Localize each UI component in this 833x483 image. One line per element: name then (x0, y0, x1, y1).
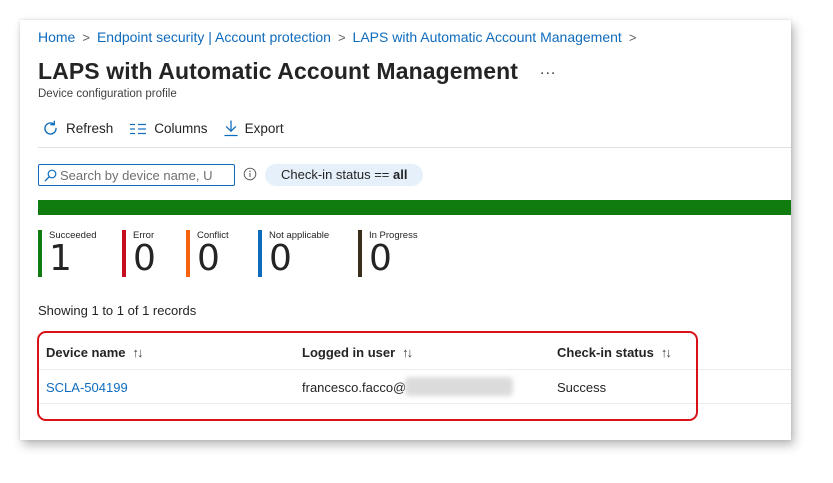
chevron-right-icon: > (337, 29, 346, 45)
columns-icon (130, 123, 147, 134)
filter-value: all (393, 167, 408, 182)
columns-button[interactable]: Columns (129, 121, 208, 136)
refresh-icon (44, 120, 57, 135)
stat-conflict: Conflict 0 (186, 230, 229, 277)
stat-value: 0 (369, 238, 392, 279)
refresh-button[interactable]: Refresh (42, 120, 113, 137)
row-divider (38, 403, 791, 404)
search-box[interactable] (38, 164, 235, 186)
search-icon (44, 169, 57, 181)
column-label: Logged in user (302, 345, 396, 360)
page-subtitle: Device configuration profile (38, 88, 177, 100)
chevron-right-icon: > (628, 29, 637, 45)
breadcrumb-home[interactable]: Home (38, 29, 75, 45)
columns-label: Columns (154, 121, 208, 136)
column-header-device-name[interactable]: Device name ↑↓ (46, 345, 144, 360)
device-name-link[interactable]: SCLA-504199 (46, 380, 128, 395)
records-summary: Showing 1 to 1 of 1 records (38, 303, 197, 318)
checkin-status-filter[interactable]: Check-in status == all (265, 164, 424, 186)
stat-succeeded: Succeeded 1 (38, 230, 97, 277)
stat-value: 0 (197, 238, 220, 279)
info-icon[interactable] (243, 167, 257, 181)
filter-prefix: Check-in status == (281, 167, 393, 182)
column-label: Device name (46, 345, 126, 360)
stat-value: 1 (49, 238, 72, 279)
toolbar-divider (38, 147, 791, 148)
stat-value: 0 (269, 238, 292, 279)
breadcrumb-laps-profile[interactable]: LAPS with Automatic Account Management (353, 29, 622, 45)
export-button[interactable]: Export (223, 120, 284, 137)
breadcrumb: Home > Endpoint security | Account prote… (38, 29, 643, 45)
stat-not-applicable: Not applicable 0 (258, 230, 329, 277)
search-input[interactable] (60, 167, 225, 183)
portal-frame: Home > Endpoint security | Account prote… (20, 20, 791, 440)
column-label: Check-in status (557, 345, 654, 360)
chevron-right-icon: > (82, 29, 90, 45)
stat-error: Error 0 (122, 230, 156, 277)
page-title: LAPS with Automatic Account Management (38, 58, 519, 84)
logged-in-user-cell: francesco.facco@ (302, 380, 407, 395)
column-header-checkin-status[interactable]: Check-in status ↑↓ (557, 345, 672, 360)
export-label: Export (244, 121, 284, 136)
column-header-logged-in-user[interactable]: Logged in user ↑↓ (302, 345, 413, 360)
sort-icon[interactable]: ↑↓ (133, 345, 144, 360)
sort-icon[interactable]: ↑↓ (402, 345, 413, 360)
download-icon (223, 120, 238, 137)
stat-value: 0 (133, 238, 156, 279)
breadcrumb-account-protection[interactable]: Endpoint security | Account protection (97, 29, 331, 45)
status-progress-bar (38, 200, 791, 215)
stat-in-progress: In Progress 0 (358, 230, 418, 277)
checkin-status-cell: Success (557, 380, 607, 395)
header-divider (38, 369, 791, 370)
command-bar: Refresh Columns Export (42, 120, 300, 137)
redacted-email-domain (405, 377, 513, 396)
more-options-icon[interactable]: ... (540, 61, 556, 79)
refresh-label: Refresh (66, 121, 114, 136)
sort-icon[interactable]: ↑↓ (661, 345, 672, 360)
